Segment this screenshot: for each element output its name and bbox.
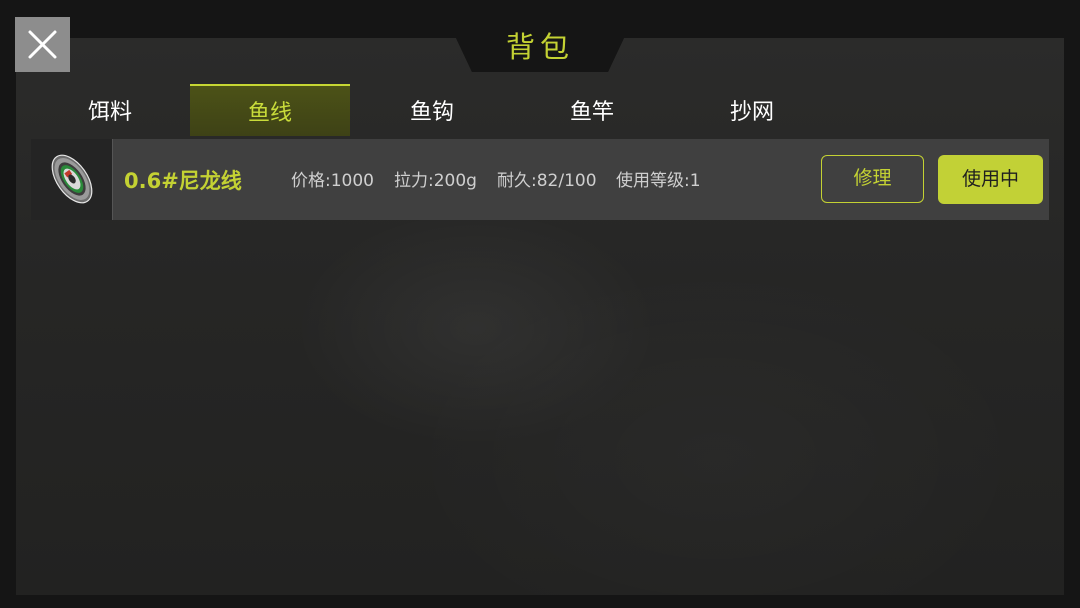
category-tabs: 饵料 鱼线 鱼钩 鱼竿 抄网 [30, 84, 850, 136]
repair-button[interactable]: 修理 [821, 155, 924, 203]
tab-hook[interactable]: 鱼钩 [352, 84, 512, 136]
item-name: 0.6#尼龙线 [124, 169, 242, 193]
item-tension: 拉力:200g [394, 171, 477, 191]
item-use-level: 使用等级:1 [616, 171, 701, 191]
page-title: 背包 [505, 30, 574, 64]
tab-bait[interactable]: 饵料 [30, 84, 190, 136]
close-button[interactable] [15, 17, 70, 72]
backpack-screen: 背包 饵料 鱼线 鱼钩 鱼竿 抄网 0.6#尼龙线 价格:1000 拉力:200… [0, 0, 1080, 608]
tab-landing-net[interactable]: 抄网 [672, 84, 832, 136]
item-icon-slot [31, 139, 113, 220]
close-icon [28, 30, 57, 59]
item-price: 价格:1000 [291, 171, 374, 191]
in-use-button[interactable]: 使用中 [938, 155, 1043, 204]
tab-rod[interactable]: 鱼竿 [512, 84, 672, 136]
item-row: 0.6#尼龙线 价格:1000 拉力:200g 耐久:82/100 使用等级:1… [31, 139, 1049, 220]
fishing-line-spool-icon [51, 154, 93, 204]
tab-fishing-line[interactable]: 鱼线 [190, 84, 350, 136]
item-durability: 耐久:82/100 [497, 171, 597, 191]
